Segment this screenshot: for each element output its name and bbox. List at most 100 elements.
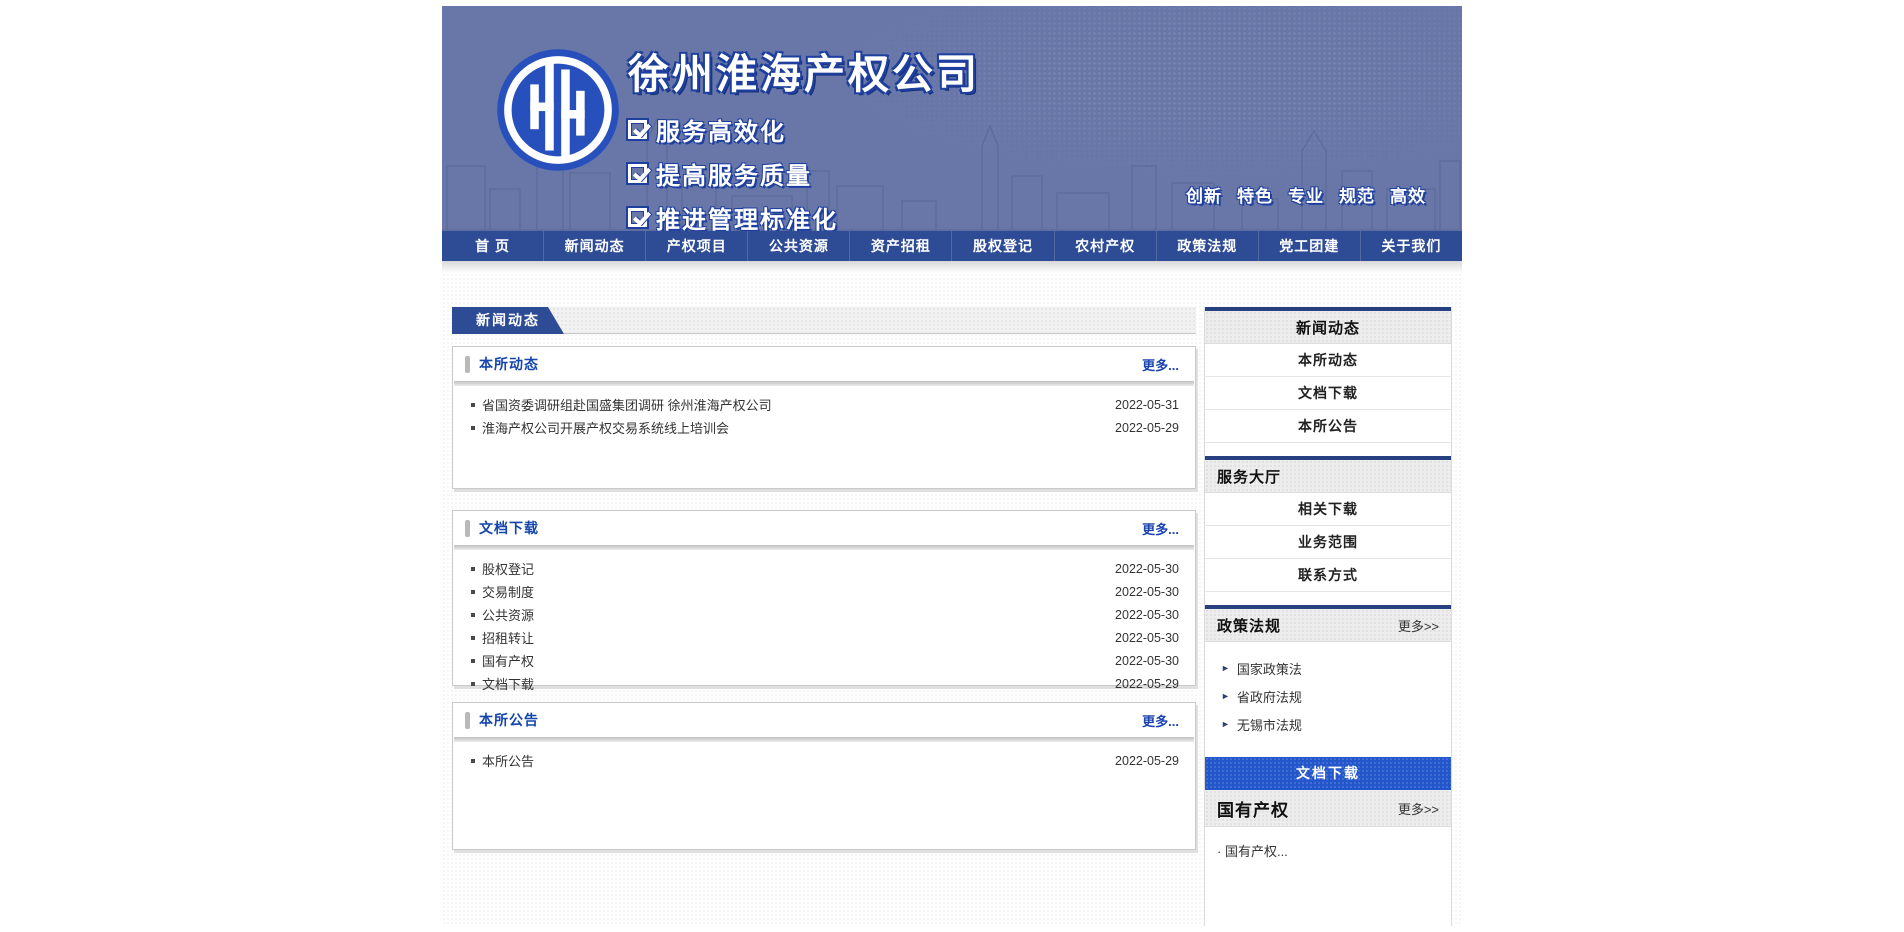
arrow-bullet-icon: ► bbox=[1221, 663, 1230, 673]
company-name: 徐州淮海产权公司 bbox=[628, 40, 980, 100]
slogan-text: 推进管理标准化 bbox=[656, 200, 838, 231]
nav-item-news[interactable]: 新闻动态 bbox=[544, 231, 646, 261]
sidebar-item-related-downloads[interactable]: 相关下载 bbox=[1205, 493, 1451, 526]
news-row: 招租转让 2022-05-30 bbox=[469, 626, 1179, 649]
nav-item-public-resources[interactable]: 公共资源 bbox=[748, 231, 850, 261]
slogan-row: 推进管理标准化 bbox=[628, 200, 980, 231]
main-nav: 首 页 新闻动态 产权项目 公共资源 资产招租 股权登记 农村产权 政策法规 党… bbox=[442, 231, 1462, 261]
checkbox-icon bbox=[628, 120, 647, 139]
section-agency-notices: 本所公告 更多... 本所公告 2022-05-29 bbox=[452, 702, 1196, 850]
sidebar-item-business-scope[interactable]: 业务范围 bbox=[1205, 526, 1451, 559]
sidebar-item-contact[interactable]: 联系方式 bbox=[1205, 559, 1451, 592]
nav-item-policies[interactable]: 政策法规 bbox=[1157, 231, 1259, 261]
news-date: 2022-05-30 bbox=[1115, 585, 1179, 599]
news-list: 省国资委调研组赴国盛集团调研 徐州淮海产权公司 2022-05-31 淮海产权公… bbox=[453, 386, 1195, 439]
news-date: 2022-05-29 bbox=[1115, 677, 1179, 691]
news-row: 省国资委调研组赴国盛集团调研 徐州淮海产权公司 2022-05-31 bbox=[469, 393, 1179, 416]
sidebar-policy-menu: 政策法规 更多>> ► 国家政策法 ► 省政府法规 ► 无锡市法规 bbox=[1205, 605, 1451, 744]
page-wrapper: 徐州淮海产权公司 服务高效化 提高服务质量 推进管理标准化 创新 特色 专业 bbox=[442, 6, 1462, 926]
news-link[interactable]: 交易制度 bbox=[469, 582, 1115, 601]
news-link[interactable]: 本所公告 bbox=[469, 751, 1115, 770]
arrow-bullet-icon: ► bbox=[1221, 719, 1230, 729]
content-area: 新闻动态 本所动态 更多... 省国资委调研组赴国盛集团调研 徐州淮海产权公司 … bbox=[442, 273, 1462, 926]
sidebar-service-header: 服务大厅 bbox=[1205, 460, 1451, 493]
news-tab-bar: 新闻动态 bbox=[452, 307, 1196, 334]
sidebar-section-title: 政策法规 bbox=[1217, 615, 1281, 636]
sidebar-state-assets: 国有产权 更多>> 国有产权... bbox=[1205, 790, 1451, 860]
sidebar-item-doc-download[interactable]: 文档下载 bbox=[1205, 377, 1451, 410]
policy-item-label: 国家政策法 bbox=[1237, 659, 1302, 678]
sidebar-item-agency-notices[interactable]: 本所公告 bbox=[1205, 410, 1451, 443]
policy-item-provincial[interactable]: ► 省政府法规 bbox=[1221, 682, 1451, 710]
section-document-download: 文档下载 更多... 股权登记 2022-05-30 交易制度 2022-05-… bbox=[452, 510, 1196, 686]
section-header: 本所动态 更多... bbox=[453, 347, 1195, 381]
more-link[interactable]: 更多... bbox=[1142, 355, 1179, 374]
section-title: 本所动态 bbox=[479, 354, 539, 374]
tab-news[interactable]: 新闻动态 bbox=[452, 307, 564, 334]
news-row: 股权登记 2022-05-30 bbox=[469, 557, 1179, 580]
news-link[interactable]: 股权登记 bbox=[469, 559, 1115, 578]
news-date: 2022-05-30 bbox=[1115, 631, 1179, 645]
more-link[interactable]: 更多... bbox=[1142, 711, 1179, 730]
company-logo bbox=[494, 46, 622, 174]
news-date: 2022-05-31 bbox=[1115, 398, 1179, 412]
download-banner[interactable]: 文档下载 bbox=[1205, 757, 1451, 790]
news-date: 2022-05-29 bbox=[1115, 754, 1179, 768]
arrow-bullet-icon: ► bbox=[1221, 691, 1230, 701]
news-link[interactable]: 省国资委调研组赴国盛集团调研 徐州淮海产权公司 bbox=[469, 395, 1115, 414]
nav-shadow-strip bbox=[442, 261, 1462, 273]
checkbox-icon bbox=[628, 208, 647, 227]
news-list: 本所公告 2022-05-29 bbox=[453, 742, 1195, 772]
nav-item-about-us[interactable]: 关于我们 bbox=[1361, 231, 1462, 261]
news-date: 2022-05-30 bbox=[1115, 562, 1179, 576]
sidebar-news-header: 新闻动态 bbox=[1205, 311, 1451, 344]
policy-item-label: 无锡市法规 bbox=[1237, 715, 1302, 734]
header-tagline: 创新 特色 专业 规范 高效 bbox=[1186, 182, 1426, 207]
news-row: 本所公告 2022-05-29 bbox=[469, 749, 1179, 772]
news-link[interactable]: 淮海产权公司开展产权交易系统线上培训会 bbox=[469, 418, 1115, 437]
news-date: 2022-05-30 bbox=[1115, 654, 1179, 668]
state-assets-more-link[interactable]: 更多>> bbox=[1398, 799, 1439, 818]
news-link[interactable]: 文档下载 bbox=[469, 674, 1115, 693]
nav-item-equity-registration[interactable]: 股权登记 bbox=[952, 231, 1054, 261]
sidebar-section-title: 服务大厅 bbox=[1217, 466, 1281, 487]
nav-item-party-union[interactable]: 党工团建 bbox=[1259, 231, 1361, 261]
news-date: 2022-05-29 bbox=[1115, 421, 1179, 435]
nav-item-rural-property[interactable]: 农村产权 bbox=[1055, 231, 1157, 261]
tagline-word: 专业 bbox=[1288, 182, 1324, 207]
accent-bar-icon bbox=[465, 712, 470, 729]
news-date: 2022-05-30 bbox=[1115, 608, 1179, 622]
checkbox-icon bbox=[628, 164, 647, 183]
slogan-list: 服务高效化 提高服务质量 推进管理标准化 bbox=[628, 112, 980, 231]
nav-item-property-projects[interactable]: 产权项目 bbox=[646, 231, 748, 261]
sidebar-policy-header: 政策法规 更多>> bbox=[1205, 609, 1451, 642]
policy-item-national[interactable]: ► 国家政策法 bbox=[1221, 654, 1451, 682]
header-title-block: 徐州淮海产权公司 服务高效化 提高服务质量 推进管理标准化 bbox=[628, 40, 980, 231]
tagline-word: 高效 bbox=[1390, 182, 1426, 207]
accent-bar-icon bbox=[465, 356, 470, 373]
nav-item-home[interactable]: 首 页 bbox=[442, 231, 544, 261]
slogan-row: 提高服务质量 bbox=[628, 156, 980, 191]
sidebar-section-title: 新闻动态 bbox=[1296, 317, 1360, 338]
nav-item-asset-leasing[interactable]: 资产招租 bbox=[850, 231, 952, 261]
news-link[interactable]: 招租转让 bbox=[469, 628, 1115, 647]
state-assets-title: 国有产权 bbox=[1217, 796, 1289, 821]
news-link[interactable]: 国有产权 bbox=[469, 651, 1115, 670]
section-header: 本所公告 更多... bbox=[453, 703, 1195, 737]
sidebar-service-menu: 服务大厅 相关下载 业务范围 联系方式 bbox=[1205, 456, 1451, 592]
slogan-text: 提高服务质量 bbox=[656, 156, 812, 191]
accent-bar-icon bbox=[465, 520, 470, 537]
news-row: 国有产权 2022-05-30 bbox=[469, 649, 1179, 672]
news-link[interactable]: 公共资源 bbox=[469, 605, 1115, 624]
tagline-word: 创新 bbox=[1186, 182, 1222, 207]
section-agency-news: 本所动态 更多... 省国资委调研组赴国盛集团调研 徐州淮海产权公司 2022-… bbox=[452, 346, 1196, 489]
policy-item-label: 省政府法规 bbox=[1237, 687, 1302, 706]
policy-more-link[interactable]: 更多>> bbox=[1398, 616, 1439, 635]
more-link[interactable]: 更多... bbox=[1142, 519, 1179, 538]
policy-item-municipal[interactable]: ► 无锡市法规 bbox=[1221, 710, 1451, 738]
news-row: 淮海产权公司开展产权交易系统线上培训会 2022-05-29 bbox=[469, 416, 1179, 439]
state-assets-item[interactable]: 国有产权... bbox=[1205, 827, 1451, 860]
section-title: 本所公告 bbox=[479, 710, 539, 730]
sidebar: 新闻动态 本所动态 文档下载 本所公告 服务大厅 相关下载 业务范围 联系方式 … bbox=[1204, 307, 1452, 926]
sidebar-item-agency-news[interactable]: 本所动态 bbox=[1205, 344, 1451, 377]
